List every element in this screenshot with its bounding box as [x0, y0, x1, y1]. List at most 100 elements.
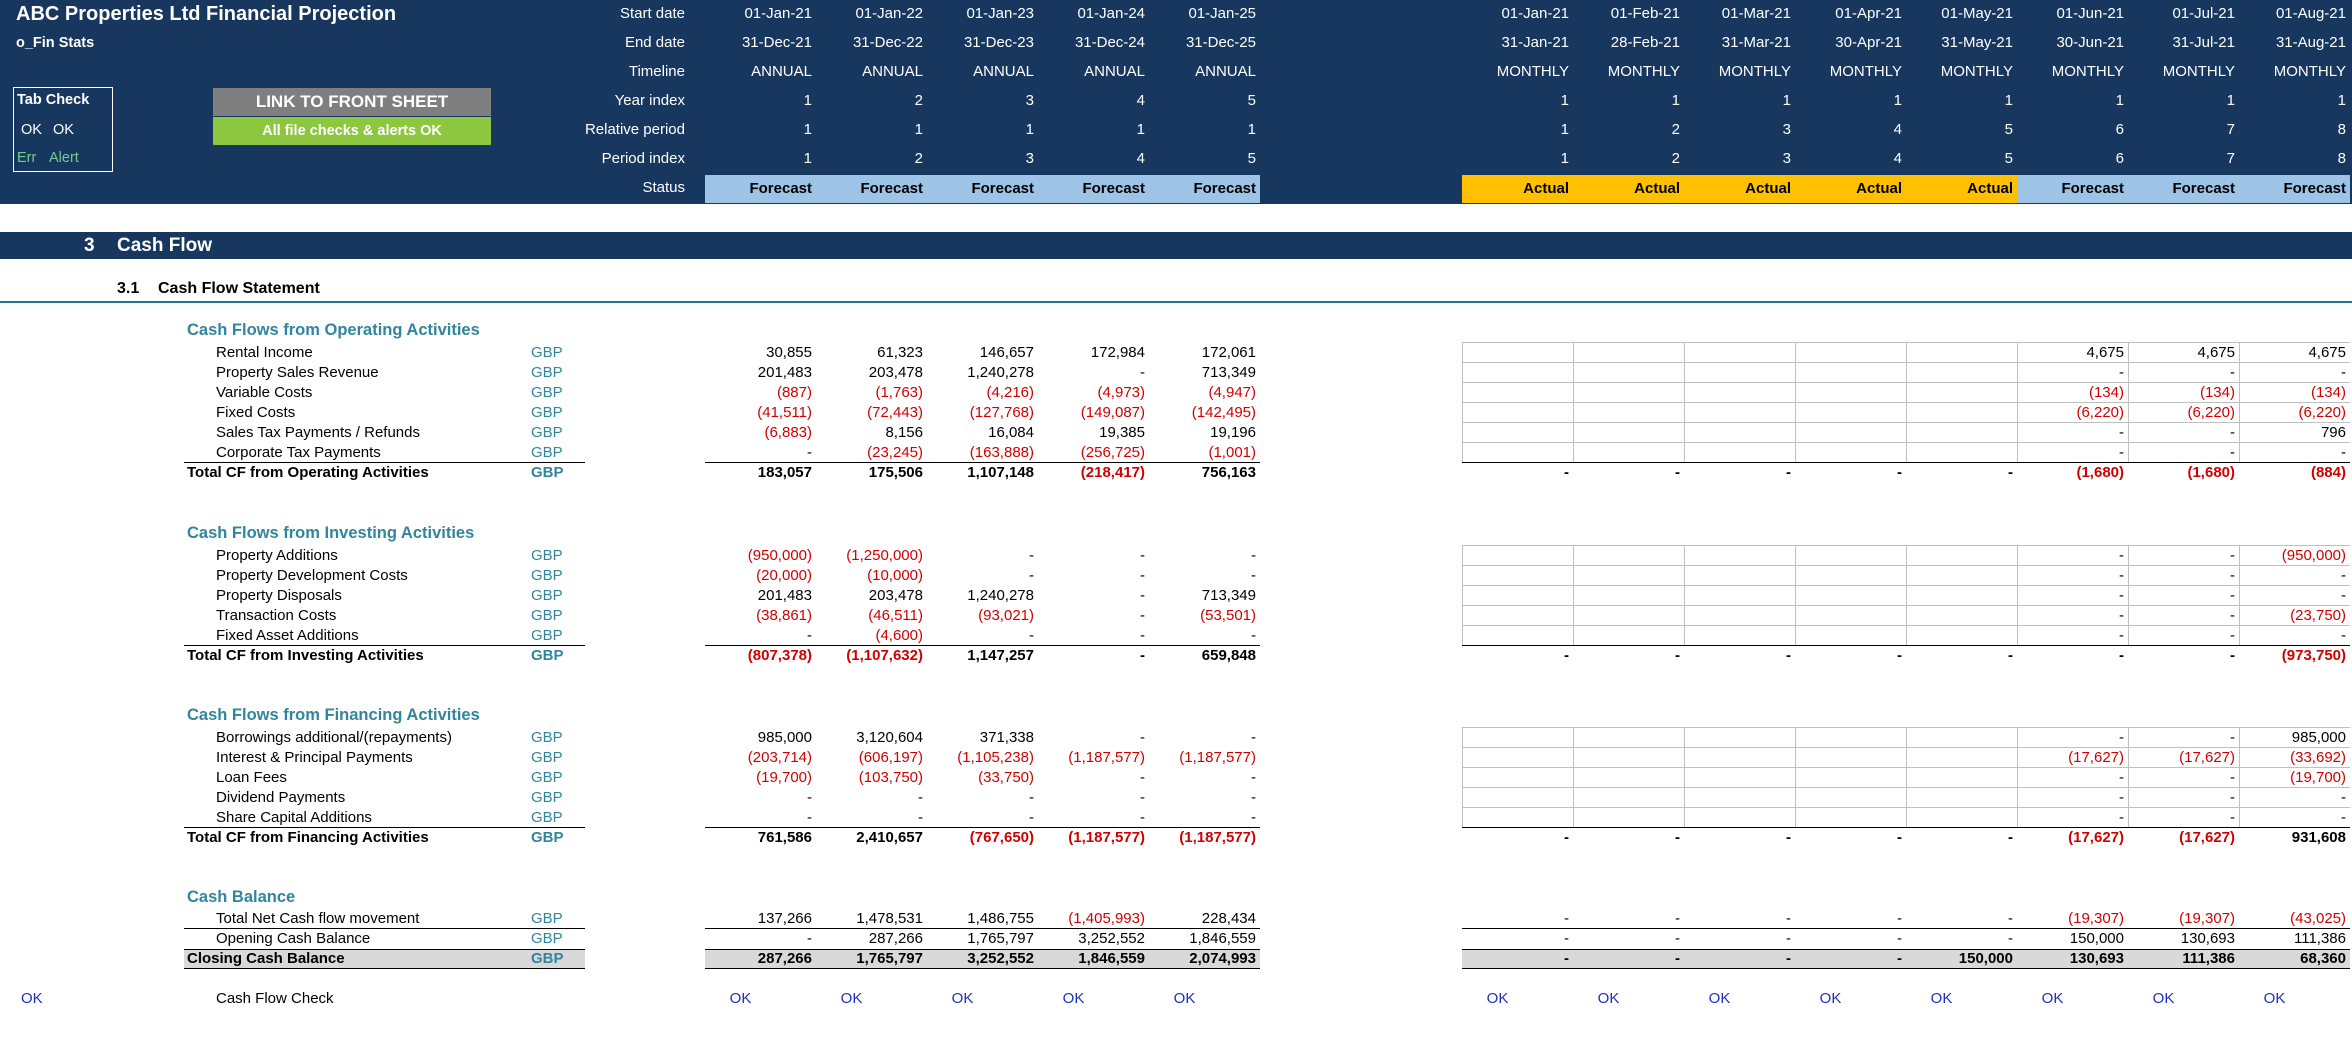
- annual-start-cell: 01-Jan-21: [744, 5, 812, 22]
- grid-cell: [1795, 382, 1906, 402]
- unit-label: GBP: [531, 567, 563, 584]
- total-rule: [1795, 645, 1906, 646]
- tab-check-label: Tab Check: [17, 92, 90, 108]
- monthly-period-cell: 6: [2115, 150, 2124, 167]
- monthly-value-cell: 130,693: [2069, 950, 2124, 967]
- grid-cell: [1684, 767, 1795, 787]
- annual-value-cell: 756,163: [1201, 464, 1256, 481]
- row-label: Property Additions: [216, 547, 338, 564]
- annual-value-cell: 2,074,993: [1189, 950, 1256, 967]
- monthly-value-cell: -: [2119, 607, 2124, 624]
- file-checks-status-button[interactable]: All file checks & alerts OK: [213, 117, 491, 145]
- tab-check-ok-1: OK: [21, 122, 42, 138]
- subsection-underline: [0, 301, 2352, 303]
- monthly-rel-cell: 7: [2226, 121, 2235, 138]
- grid-cell: [1684, 362, 1795, 382]
- annual-status-cell: Forecast: [705, 175, 816, 203]
- annual-value-cell: -: [807, 444, 812, 461]
- monthly-end-cell: 30-Apr-21: [1835, 34, 1902, 51]
- row-label: Sales Tax Payments / Refunds: [216, 424, 420, 441]
- annual-value-cell: 287,266: [868, 930, 923, 947]
- grid-cell: [1684, 787, 1795, 807]
- monthly-value-cell: (23,750): [2290, 607, 2346, 624]
- group-title: Cash Flows from Operating Activities: [187, 321, 480, 339]
- row-label: Property Sales Revenue: [216, 364, 379, 381]
- monthly-value-cell: -: [2119, 424, 2124, 441]
- monthly-year-cell: 1: [1671, 92, 1680, 109]
- unit-label: GBP: [531, 950, 564, 967]
- monthly-value-cell: -: [2008, 910, 2013, 927]
- unit-label: GBP: [531, 930, 563, 947]
- grid-cell: [1462, 605, 1573, 625]
- annual-value-cell: (6,883): [764, 424, 812, 441]
- annual-period-cell: 1: [803, 150, 812, 167]
- annual-value-cell: 228,434: [1201, 910, 1256, 927]
- annual-value-cell: 713,349: [1201, 587, 1256, 604]
- annual-value-cell: 1,486,755: [967, 910, 1034, 927]
- group-title: Cash Flows from Financing Activities: [187, 706, 480, 724]
- annual-value-cell: (950,000): [747, 547, 812, 564]
- monthly-value-cell: -: [1564, 829, 1569, 846]
- annual-value-cell: 19,196: [1210, 424, 1256, 441]
- total-rule: [1462, 645, 1573, 646]
- annual-value-cell: 61,323: [877, 344, 923, 361]
- grid-cell: [1462, 362, 1573, 382]
- monthly-value-cell: -: [1675, 647, 1680, 664]
- annual-value-cell: (1,250,000): [846, 547, 923, 564]
- annual-value-cell: -: [1251, 809, 1256, 826]
- grid-cell: [1684, 422, 1795, 442]
- monthly-rel-cell: 1: [1560, 121, 1569, 138]
- monthly-rel-cell: 4: [1893, 121, 1902, 138]
- monthly-value-cell: (134): [2088, 384, 2124, 401]
- monthly-value-cell: 111,386: [2182, 950, 2235, 967]
- monthly-value-cell: -: [1675, 464, 1680, 481]
- annual-check-cell: OK: [1173, 990, 1196, 1007]
- total-rule: [1573, 462, 1684, 463]
- monthly-value-cell: -: [1897, 464, 1902, 481]
- annual-value-cell: -: [1140, 607, 1145, 624]
- closing-rule-bottom: [184, 968, 585, 969]
- opening-rule: [1462, 928, 1573, 929]
- monthly-value-cell: (1,680): [2076, 464, 2124, 481]
- annual-value-cell: -: [807, 789, 812, 806]
- annual-value-cell: -: [1251, 627, 1256, 644]
- annual-value-cell: (4,947): [1208, 384, 1256, 401]
- grid-cell: [1462, 422, 1573, 442]
- annual-value-cell: 201,483: [757, 364, 812, 381]
- monthly-value-cell: -: [2230, 424, 2235, 441]
- total-rule: [184, 827, 585, 828]
- monthly-value-cell: -: [2119, 729, 2124, 746]
- monthly-value-cell: -: [1786, 647, 1791, 664]
- annual-value-cell: -: [1140, 769, 1145, 786]
- monthly-value-cell: (1,680): [2187, 464, 2235, 481]
- monthly-period-cell: 1: [1560, 150, 1569, 167]
- link-to-front-sheet-button[interactable]: LINK TO FRONT SHEET: [213, 88, 491, 116]
- annual-value-cell: 1,240,278: [967, 364, 1034, 381]
- row-label: Property Disposals: [216, 587, 342, 604]
- total-rule: [705, 827, 816, 828]
- annual-value-cell: (1,187,577): [1068, 829, 1145, 846]
- total-rule: [1149, 645, 1260, 646]
- annual-value-cell: 1,765,797: [856, 950, 923, 967]
- monthly-value-cell: -: [1564, 930, 1569, 947]
- monthly-value-cell: -: [2230, 587, 2235, 604]
- monthly-timeline-cell: MONTHLY: [2051, 63, 2124, 80]
- annual-value-cell: 1,765,797: [967, 930, 1034, 947]
- monthly-value-cell: -: [2119, 769, 2124, 786]
- monthly-value-cell: -: [2230, 547, 2235, 564]
- grid-cell: [1906, 767, 2017, 787]
- monthly-value-cell: -: [2119, 809, 2124, 826]
- monthly-year-cell: 1: [1560, 92, 1569, 109]
- grid-cell: [1573, 787, 1684, 807]
- monthly-rel-cell: 8: [2337, 121, 2346, 138]
- annual-status-cell: Forecast: [1149, 175, 1260, 203]
- annual-year-cell: 2: [914, 92, 923, 109]
- monthly-check-cell: OK: [1930, 990, 1953, 1007]
- annual-rel-cell: 1: [914, 121, 923, 138]
- monthly-start-cell: 01-Aug-21: [2275, 5, 2346, 22]
- grid-cell: [1462, 565, 1573, 585]
- unit-label: GBP: [531, 384, 563, 401]
- annual-value-cell: (53,501): [1200, 607, 1256, 624]
- total-rule: [2128, 827, 2239, 828]
- annual-value-cell: 16,084: [988, 424, 1034, 441]
